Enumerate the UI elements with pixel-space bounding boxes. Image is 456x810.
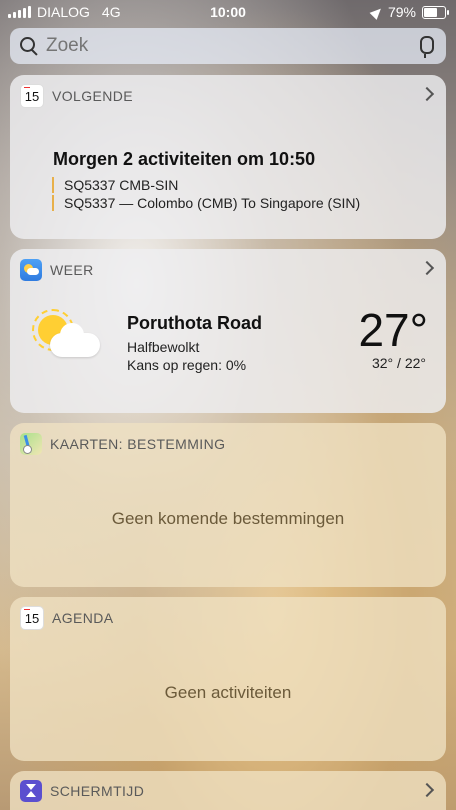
weather-widget-title: WEER — [50, 262, 94, 278]
event-item[interactable]: SQ5337 — Colombo (CMB) To Singapore (SIN… — [52, 195, 360, 211]
chevron-right-icon[interactable] — [419, 260, 435, 276]
battery-fill — [424, 7, 438, 17]
hourglass-icon — [20, 779, 42, 802]
chevron-right-icon[interactable] — [419, 782, 435, 798]
calendar-icon: 15 — [20, 84, 44, 108]
next-widget[interactable]: 15 VOLGENDE Morgen 2 activiteiten om 10:… — [10, 75, 446, 239]
maps-widget-title: KAARTEN: BESTEMMING — [50, 436, 226, 452]
event-item[interactable]: SQ5337 CMB-SIN — [52, 177, 178, 193]
weather-app-icon — [20, 259, 42, 281]
chevron-right-icon[interactable] — [419, 86, 435, 102]
agenda-widget[interactable]: 15 AGENDA Geen activiteiten — [10, 597, 446, 761]
screen-time-widget-header[interactable]: SCHERMTIJD — [10, 771, 446, 810]
next-widget-header[interactable]: 15 VOLGENDE — [10, 75, 446, 117]
high-low-temperature: 32° / 22° — [371, 355, 426, 371]
agenda-widget-title: AGENDA — [52, 610, 114, 626]
location-arrow-icon — [369, 4, 385, 20]
calendar-day: 15 — [24, 610, 40, 626]
status-bar: DIALOG 4G 10:00 79% — [0, 0, 456, 26]
weather-widget-header[interactable]: WEER — [10, 249, 446, 291]
calendar-day: 15 — [24, 88, 40, 104]
next-events-summary: Morgen 2 activiteiten om 10:50 — [53, 149, 316, 169]
agenda-empty-message: Geen activiteiten — [164, 683, 292, 702]
battery-icon — [422, 5, 449, 19]
weather-condition: Halfbewolkt — [127, 339, 200, 355]
cloud-icon — [50, 323, 100, 357]
screen-time-widget-title: SCHERMTIJD — [50, 782, 145, 799]
maps-destination-widget[interactable]: KAARTEN: BESTEMMING Geen komende bestemm… — [10, 423, 446, 587]
screen-time-widget[interactable]: SCHERMTIJD — [10, 771, 446, 810]
battery-percent: 79% — [387, 4, 416, 20]
weather-widget[interactable]: WEER Poruthota Road Halfbewolkt Kans op … — [10, 249, 446, 413]
next-widget-title: VOLGENDE — [52, 88, 133, 104]
search-icon — [20, 37, 38, 55]
search-input[interactable] — [44, 34, 408, 58]
microphone-icon[interactable] — [420, 36, 434, 58]
maps-app-icon — [20, 433, 42, 455]
maps-widget-header[interactable]: KAARTEN: BESTEMMING — [10, 423, 446, 465]
current-temperature: 27° — [358, 304, 428, 356]
calendar-icon: 15 — [20, 606, 44, 630]
search-bar[interactable] — [10, 28, 446, 64]
agenda-widget-header[interactable]: 15 AGENDA — [10, 597, 446, 639]
rain-chance: Kans op regen: 0% — [127, 357, 247, 373]
weather-location: Poruthota Road — [127, 313, 262, 333]
status-right: 79% — [369, 4, 449, 20]
maps-empty-message: Geen komende bestemmingen — [111, 509, 345, 528]
